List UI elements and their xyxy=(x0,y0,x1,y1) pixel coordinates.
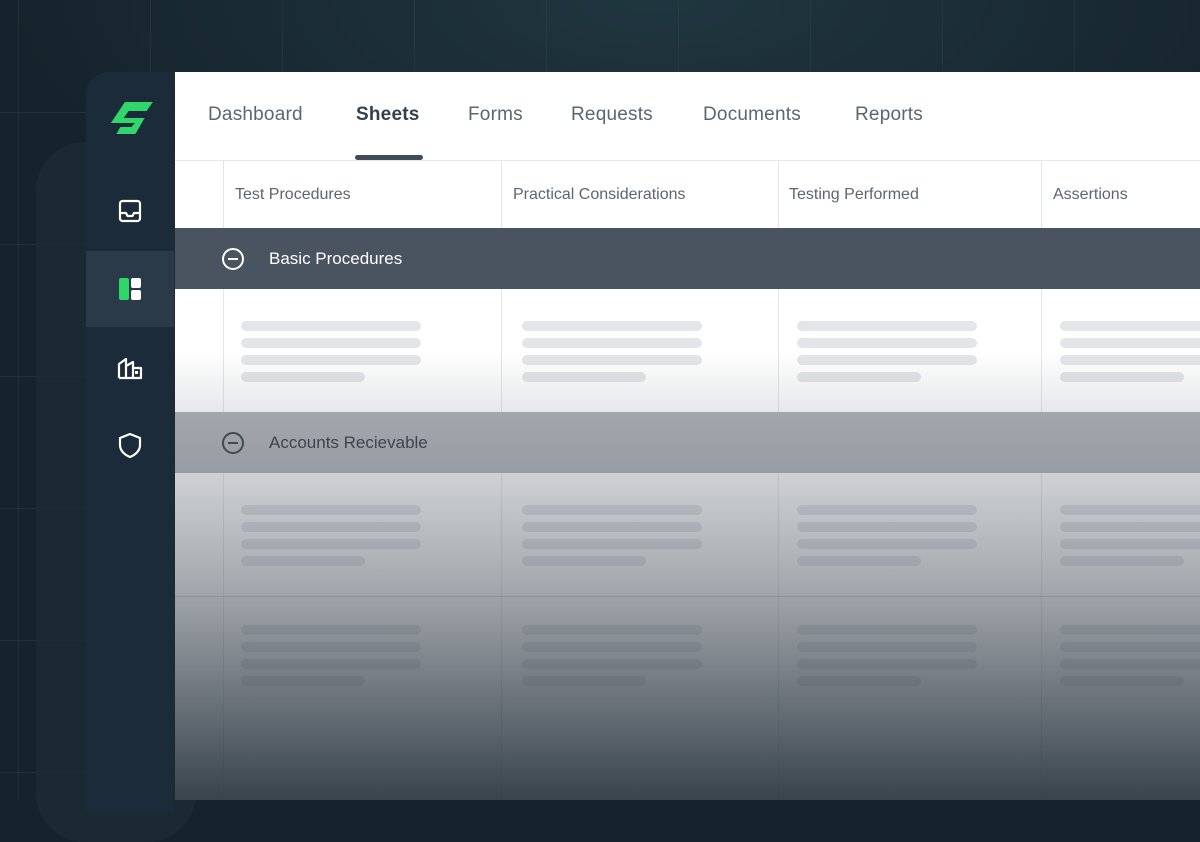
group-label: Basic Procedures xyxy=(269,248,403,268)
tab-reports[interactable]: Reports xyxy=(855,104,923,126)
placeholder-line xyxy=(241,321,421,331)
active-tab-indicator xyxy=(355,155,423,160)
logo-icon xyxy=(110,102,153,134)
placeholder-line xyxy=(797,642,977,652)
placeholder-line xyxy=(797,625,977,635)
inbox-icon xyxy=(118,199,142,223)
placeholder-line xyxy=(797,539,977,549)
placeholder-line xyxy=(797,338,977,348)
placeholder-line xyxy=(1060,676,1184,686)
placeholder-line xyxy=(1060,522,1200,532)
column-header-testing-performed[interactable]: Testing Performed xyxy=(789,186,919,204)
placeholder-line xyxy=(797,372,921,382)
shield-icon xyxy=(118,432,142,459)
group-header-accounts-recievable[interactable]: Accounts Recievable xyxy=(175,412,1200,473)
column-header-test-procedures[interactable]: Test Procedures xyxy=(235,186,351,204)
tab-documents[interactable]: Documents xyxy=(703,104,801,126)
placeholder-line xyxy=(797,676,921,686)
placeholder-line xyxy=(1060,505,1200,515)
placeholder-line xyxy=(241,505,421,515)
placeholder-line xyxy=(522,556,646,566)
placeholder-line xyxy=(522,321,702,331)
placeholder-line xyxy=(522,505,702,515)
placeholder-line xyxy=(241,676,365,686)
placeholder-line xyxy=(522,625,702,635)
placeholder-line xyxy=(241,659,421,669)
sidebar-item-security[interactable] xyxy=(86,407,174,483)
group-header-basic-procedures[interactable]: Basic Procedures xyxy=(175,228,1200,289)
placeholder-line xyxy=(241,539,421,549)
placeholder-line xyxy=(522,372,646,382)
collapse-icon[interactable] xyxy=(221,247,245,271)
placeholder-line xyxy=(241,338,421,348)
placeholder-line xyxy=(797,505,977,515)
placeholder-line xyxy=(1060,556,1184,566)
layout-panels-icon xyxy=(119,278,141,300)
placeholder-line xyxy=(522,642,702,652)
placeholder-line xyxy=(1060,539,1200,549)
placeholder-line xyxy=(241,355,421,365)
column-header-practical-considerations[interactable]: Practical Considerations xyxy=(513,186,686,204)
sidebar xyxy=(86,72,174,812)
placeholder-line xyxy=(241,372,365,382)
placeholder-line xyxy=(797,321,977,331)
placeholder-line xyxy=(797,556,921,566)
placeholder-line xyxy=(1060,372,1184,382)
sidebar-item-inbox[interactable] xyxy=(86,173,174,249)
brand-logo[interactable] xyxy=(106,94,154,142)
placeholder-line xyxy=(1060,338,1200,348)
group-label: Accounts Recievable xyxy=(269,432,428,452)
placeholder-line xyxy=(797,355,977,365)
placeholder-line xyxy=(522,539,702,549)
placeholder-line xyxy=(241,522,421,532)
placeholder-line xyxy=(1060,355,1200,365)
main-panel: Dashboard Sheets Forms Requests Document… xyxy=(175,72,1200,800)
placeholder-line xyxy=(1060,659,1200,669)
tab-dashboard[interactable]: Dashboard xyxy=(208,104,303,126)
tab-sheets[interactable]: Sheets xyxy=(356,104,420,126)
collapse-icon[interactable] xyxy=(221,431,245,455)
placeholder-line xyxy=(241,556,365,566)
placeholder-line xyxy=(522,659,702,669)
placeholder-line xyxy=(797,659,977,669)
placeholder-line xyxy=(1060,625,1200,635)
tab-requests[interactable]: Requests xyxy=(571,104,653,126)
sidebar-item-sheets[interactable] xyxy=(86,251,174,327)
placeholder-line xyxy=(522,522,702,532)
row-divider xyxy=(175,596,1200,597)
placeholder-line xyxy=(241,642,421,652)
placeholder-line xyxy=(1060,642,1200,652)
building-icon xyxy=(117,357,143,380)
tab-forms[interactable]: Forms xyxy=(468,104,523,126)
placeholder-line xyxy=(522,676,646,686)
placeholder-line xyxy=(522,355,702,365)
sidebar-item-organizations[interactable] xyxy=(86,329,174,405)
placeholder-line xyxy=(241,625,421,635)
tab-bar: Dashboard Sheets Forms Requests Document… xyxy=(175,72,1200,161)
placeholder-line xyxy=(1060,321,1200,331)
column-header-assertions[interactable]: Assertions xyxy=(1053,186,1128,204)
placeholder-line xyxy=(797,522,977,532)
placeholder-line xyxy=(522,338,702,348)
